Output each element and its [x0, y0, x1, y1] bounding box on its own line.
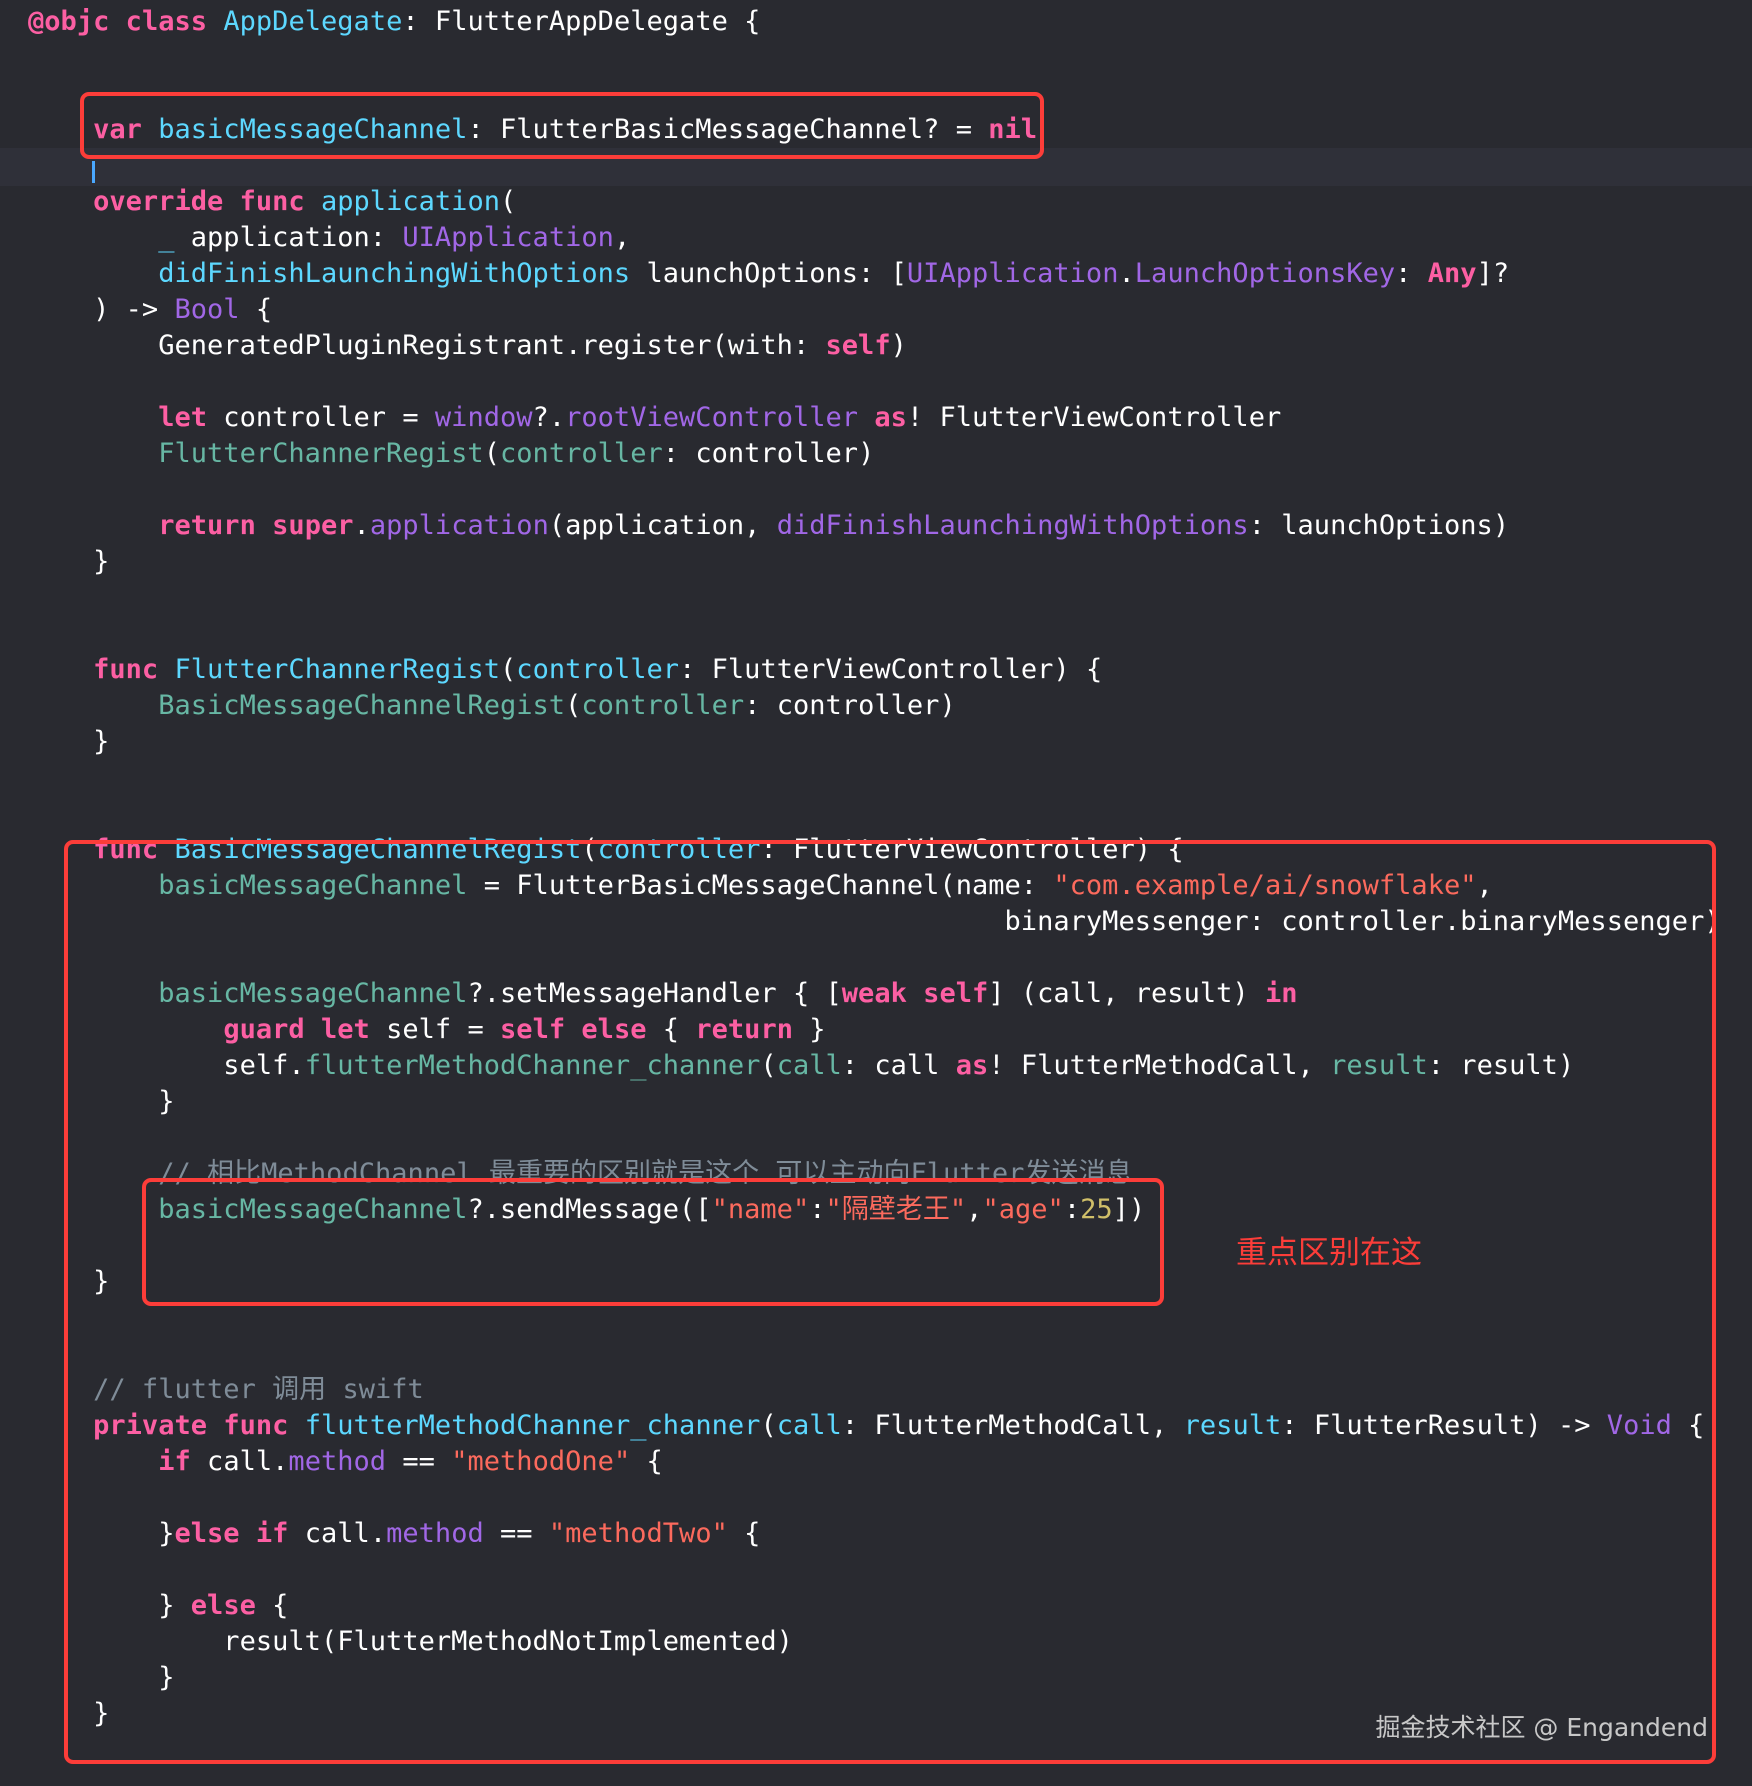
code-token: as	[874, 402, 907, 433]
code-token: .	[1118, 258, 1135, 289]
code-line[interactable]: GeneratedPluginRegistrant.register(with:…	[28, 328, 907, 364]
code-line[interactable]: }	[28, 544, 109, 580]
code-token: @objc	[28, 6, 110, 37]
annotation-label: 重点区别在这	[1236, 1235, 1422, 1271]
code-token: application	[369, 510, 549, 541]
code-line[interactable]: @objc class AppDelegate: FlutterAppDeleg…	[28, 4, 760, 40]
code-token: controller =	[207, 402, 435, 433]
code-token: )	[890, 330, 907, 361]
code-token: (	[500, 186, 517, 217]
code-token: ]?	[1476, 258, 1510, 289]
code-token: FlutterChannerRegist	[158, 438, 484, 469]
highlight-box-send-message	[142, 1178, 1164, 1306]
code-token: : FlutterAppDelegate {	[402, 6, 761, 37]
code-token: super	[272, 510, 354, 541]
code-token: rootViewController	[565, 402, 859, 433]
code-line[interactable]: ) -> Bool {	[28, 292, 272, 328]
code-token: : controller)	[744, 690, 956, 721]
code-token: : FlutterViewController) {	[679, 654, 1103, 685]
code-editor[interactable]: @objc class AppDelegate: FlutterAppDeleg…	[0, 0, 1752, 1786]
code-token: return	[158, 510, 256, 541]
code-line[interactable]: func FlutterChannerRegist(controller: Fl…	[28, 652, 1102, 688]
code-token: _	[158, 222, 175, 253]
code-token: }	[28, 726, 110, 757]
code-line[interactable]: }	[28, 724, 109, 760]
watermark: 掘金技术社区 @ Engandend	[1375, 1713, 1708, 1742]
code-token: Bool	[174, 294, 240, 325]
code-token: override	[93, 186, 224, 217]
code-line[interactable]: FlutterChannerRegist(controller: control…	[28, 436, 874, 472]
code-token: ! FlutterViewController	[906, 402, 1282, 433]
code-line[interactable]: didFinishLaunchingWithOptions launchOpti…	[28, 256, 1509, 292]
code-line[interactable]: override func application(	[28, 184, 516, 220]
code-token: FlutterChannerRegist	[174, 654, 501, 685]
code-line[interactable]: return super.application(application, di…	[28, 508, 1509, 544]
code-token: ) ->	[28, 294, 175, 325]
code-token: ?.	[532, 402, 566, 433]
code-token: didFinishLaunchingWithOptions	[158, 258, 631, 289]
code-token: launchOptions: [	[630, 258, 907, 289]
code-token: controller	[516, 654, 680, 685]
code-token: BasicMessageChannelRegist	[158, 690, 566, 721]
code-token: (	[483, 438, 500, 469]
code-token: : controller)	[662, 438, 875, 469]
code-token: func	[239, 186, 305, 217]
code-token: UIApplication	[906, 258, 1119, 289]
text-cursor	[92, 161, 95, 183]
code-token: GeneratedPluginRegistrant.register(with:	[28, 330, 826, 361]
code-token: (	[500, 654, 517, 685]
code-token: window	[434, 402, 533, 433]
code-token: class	[125, 6, 208, 37]
code-token: }	[28, 546, 110, 577]
code-token: : launchOptions)	[1248, 510, 1510, 541]
code-token: self	[825, 330, 891, 361]
code-token: .	[353, 510, 370, 541]
code-line[interactable]: BasicMessageChannelRegist(controller: co…	[28, 688, 956, 724]
code-token: let	[158, 402, 208, 433]
code-line[interactable]: let controller = window?.rootViewControl…	[28, 400, 1281, 436]
highlight-box-var-declaration	[80, 92, 1044, 159]
code-token: func	[93, 654, 159, 685]
code-token: UIApplication	[402, 222, 614, 253]
code-token: ,	[613, 222, 631, 253]
code-token: controller	[581, 690, 745, 721]
code-token: controller	[500, 438, 663, 469]
code-token: AppDelegate	[223, 6, 403, 37]
code-token: (	[565, 690, 582, 721]
code-line[interactable]: _ application: UIApplication,	[28, 220, 630, 256]
code-token: Any	[1427, 258, 1477, 289]
code-token: didFinishLaunchingWithOptions	[776, 510, 1249, 541]
code-token: :	[1395, 258, 1428, 289]
code-token: application:	[174, 222, 403, 253]
code-token: application	[320, 186, 501, 217]
code-token: {	[239, 294, 273, 325]
code-token: (application,	[548, 510, 777, 541]
code-token: LaunchOptionsKey	[1134, 258, 1396, 289]
